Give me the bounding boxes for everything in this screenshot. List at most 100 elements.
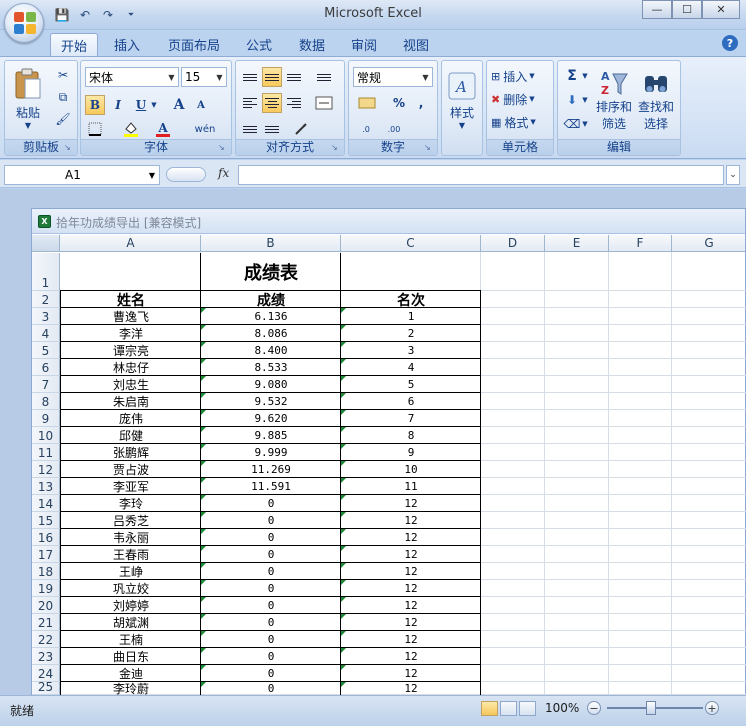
zoom-level[interactable]: 100% bbox=[545, 701, 579, 715]
name-cell[interactable]: 王峥 bbox=[61, 563, 201, 580]
rank-cell[interactable]: 2 bbox=[341, 325, 481, 342]
paste-button[interactable]: 粘贴 ▼ bbox=[9, 63, 47, 135]
score-cell[interactable]: 9.080 bbox=[201, 376, 341, 393]
fill-icon[interactable]: ⬇ bbox=[562, 90, 582, 110]
merge-center-icon[interactable] bbox=[314, 93, 334, 113]
find-select-button[interactable]: 查找和 选择 bbox=[636, 63, 676, 137]
align-left-icon[interactable] bbox=[240, 93, 260, 113]
decrease-indent-icon[interactable] bbox=[240, 119, 260, 139]
tab-review[interactable]: 审阅 bbox=[341, 33, 387, 56]
score-cell[interactable]: 9.999 bbox=[201, 444, 341, 461]
tab-formulas[interactable]: 公式 bbox=[236, 33, 282, 56]
align-right-icon[interactable] bbox=[284, 93, 304, 113]
rank-cell[interactable]: 12 bbox=[341, 665, 481, 682]
maximize-button[interactable]: ☐ bbox=[672, 0, 702, 19]
name-cell[interactable]: 吕秀芝 bbox=[61, 512, 201, 529]
name-cell[interactable]: 张鹏辉 bbox=[61, 444, 201, 461]
tab-insert[interactable]: 插入 bbox=[104, 33, 150, 56]
name-box[interactable]: A1 bbox=[4, 165, 160, 185]
delete-cells-button[interactable]: ✖ 删除 ▼ bbox=[491, 89, 535, 109]
rank-header-cell[interactable]: 名次 bbox=[341, 291, 481, 309]
rank-cell[interactable]: 12 bbox=[341, 580, 481, 597]
row-header-3[interactable]: 3 bbox=[32, 308, 60, 325]
tab-home[interactable]: 开始 bbox=[50, 33, 99, 56]
tab-page-layout[interactable]: 页面布局 bbox=[158, 33, 230, 56]
text-orientation-icon[interactable] bbox=[288, 119, 318, 139]
column-header-f[interactable]: F bbox=[609, 235, 672, 251]
rank-cell[interactable]: 12 bbox=[341, 546, 481, 563]
row-header-8[interactable]: 8 bbox=[32, 393, 60, 410]
row-header-14[interactable]: 14 bbox=[32, 495, 60, 512]
grow-font-button[interactable]: A bbox=[169, 95, 189, 115]
dialog-launcher-icon[interactable]: ↘ bbox=[64, 143, 74, 153]
rank-cell[interactable]: 8 bbox=[341, 427, 481, 444]
rank-cell[interactable]: 9 bbox=[341, 444, 481, 461]
score-cell[interactable]: 0 bbox=[201, 563, 341, 580]
name-cell[interactable]: 曹逸飞 bbox=[61, 308, 201, 325]
column-header-g[interactable]: G bbox=[672, 235, 746, 251]
row-header-17[interactable]: 17 bbox=[32, 546, 60, 563]
score-cell[interactable]: 8.533 bbox=[201, 359, 341, 376]
row-header-19[interactable]: 19 bbox=[32, 580, 60, 597]
chevron-down-icon[interactable]: ▼ bbox=[580, 90, 590, 110]
name-cell[interactable]: 刘婷婷 bbox=[61, 597, 201, 614]
rank-cell[interactable]: 12 bbox=[341, 614, 481, 631]
tab-data[interactable]: 数据 bbox=[289, 33, 335, 56]
minimize-button[interactable]: — bbox=[642, 0, 672, 19]
shrink-font-button[interactable]: A bbox=[191, 95, 211, 115]
align-top-icon[interactable] bbox=[240, 67, 260, 87]
rank-cell[interactable]: 5 bbox=[341, 376, 481, 393]
clear-icon[interactable]: ⌫ bbox=[562, 114, 582, 134]
name-cell[interactable]: 金迪 bbox=[61, 665, 201, 682]
name-cell[interactable]: 刘忠生 bbox=[61, 376, 201, 393]
score-cell[interactable]: 0 bbox=[201, 495, 341, 512]
zoom-slider-thumb[interactable] bbox=[646, 701, 656, 715]
row-header-22[interactable]: 22 bbox=[32, 631, 60, 648]
row-header-5[interactable]: 5 bbox=[32, 342, 60, 359]
score-cell[interactable]: 0 bbox=[201, 512, 341, 529]
borders-icon[interactable] bbox=[85, 119, 105, 139]
increase-indent-icon[interactable] bbox=[262, 119, 282, 139]
rank-cell[interactable]: 12 bbox=[341, 648, 481, 665]
bold-button[interactable]: B bbox=[85, 95, 105, 115]
row-header-9[interactable]: 9 bbox=[32, 410, 60, 427]
name-cell[interactable]: 巩立姣 bbox=[61, 580, 201, 597]
name-header-cell[interactable]: 姓名 bbox=[61, 291, 201, 309]
rank-cell[interactable]: 12 bbox=[341, 682, 481, 695]
insert-function-icon[interactable]: fx bbox=[218, 166, 229, 180]
row-header-10[interactable]: 10 bbox=[32, 427, 60, 444]
chevron-down-icon[interactable]: ▼ bbox=[146, 165, 158, 185]
comma-button[interactable]: , bbox=[411, 93, 431, 113]
name-cell[interactable]: 庞伟 bbox=[61, 410, 201, 427]
name-cell[interactable]: 林忠仔 bbox=[61, 359, 201, 376]
wrap-text-icon[interactable] bbox=[314, 67, 334, 87]
score-cell[interactable]: 0 bbox=[201, 631, 341, 648]
office-button[interactable] bbox=[4, 3, 44, 43]
row-header-13[interactable]: 13 bbox=[32, 478, 60, 495]
name-cell[interactable]: 李亚军 bbox=[61, 478, 201, 495]
score-cell[interactable]: 0 bbox=[201, 597, 341, 614]
cut-icon[interactable]: ✂ bbox=[53, 65, 73, 85]
fill-color-icon[interactable] bbox=[121, 119, 141, 139]
increase-decimal-icon[interactable]: .0 bbox=[353, 119, 379, 139]
row-header-18[interactable]: 18 bbox=[32, 563, 60, 580]
score-cell[interactable]: 0 bbox=[201, 529, 341, 546]
number-format-select[interactable]: 常规 ▼ bbox=[353, 67, 433, 87]
autosum-button[interactable]: Σ bbox=[562, 66, 582, 86]
formula-input[interactable] bbox=[238, 165, 724, 185]
score-cell[interactable]: 0 bbox=[201, 614, 341, 631]
score-cell[interactable]: 6.136 bbox=[201, 308, 341, 325]
column-header-c[interactable]: C bbox=[341, 235, 481, 251]
row-header-12[interactable]: 12 bbox=[32, 461, 60, 478]
align-middle-icon[interactable] bbox=[262, 67, 282, 87]
row-header-6[interactable]: 6 bbox=[32, 359, 60, 376]
column-header-e[interactable]: E bbox=[545, 235, 609, 251]
font-size-select[interactable]: 15 ▼ bbox=[181, 67, 227, 87]
rank-cell[interactable]: 12 bbox=[341, 495, 481, 512]
rank-cell[interactable]: 12 bbox=[341, 512, 481, 529]
page-break-view-icon[interactable] bbox=[519, 701, 536, 716]
name-cell[interactable]: 韦永丽 bbox=[61, 529, 201, 546]
insert-cells-button[interactable]: ⊞ 插入 ▼ bbox=[491, 66, 535, 86]
formula-bar-resize-handle[interactable] bbox=[166, 167, 206, 182]
score-cell[interactable]: 8.086 bbox=[201, 325, 341, 342]
